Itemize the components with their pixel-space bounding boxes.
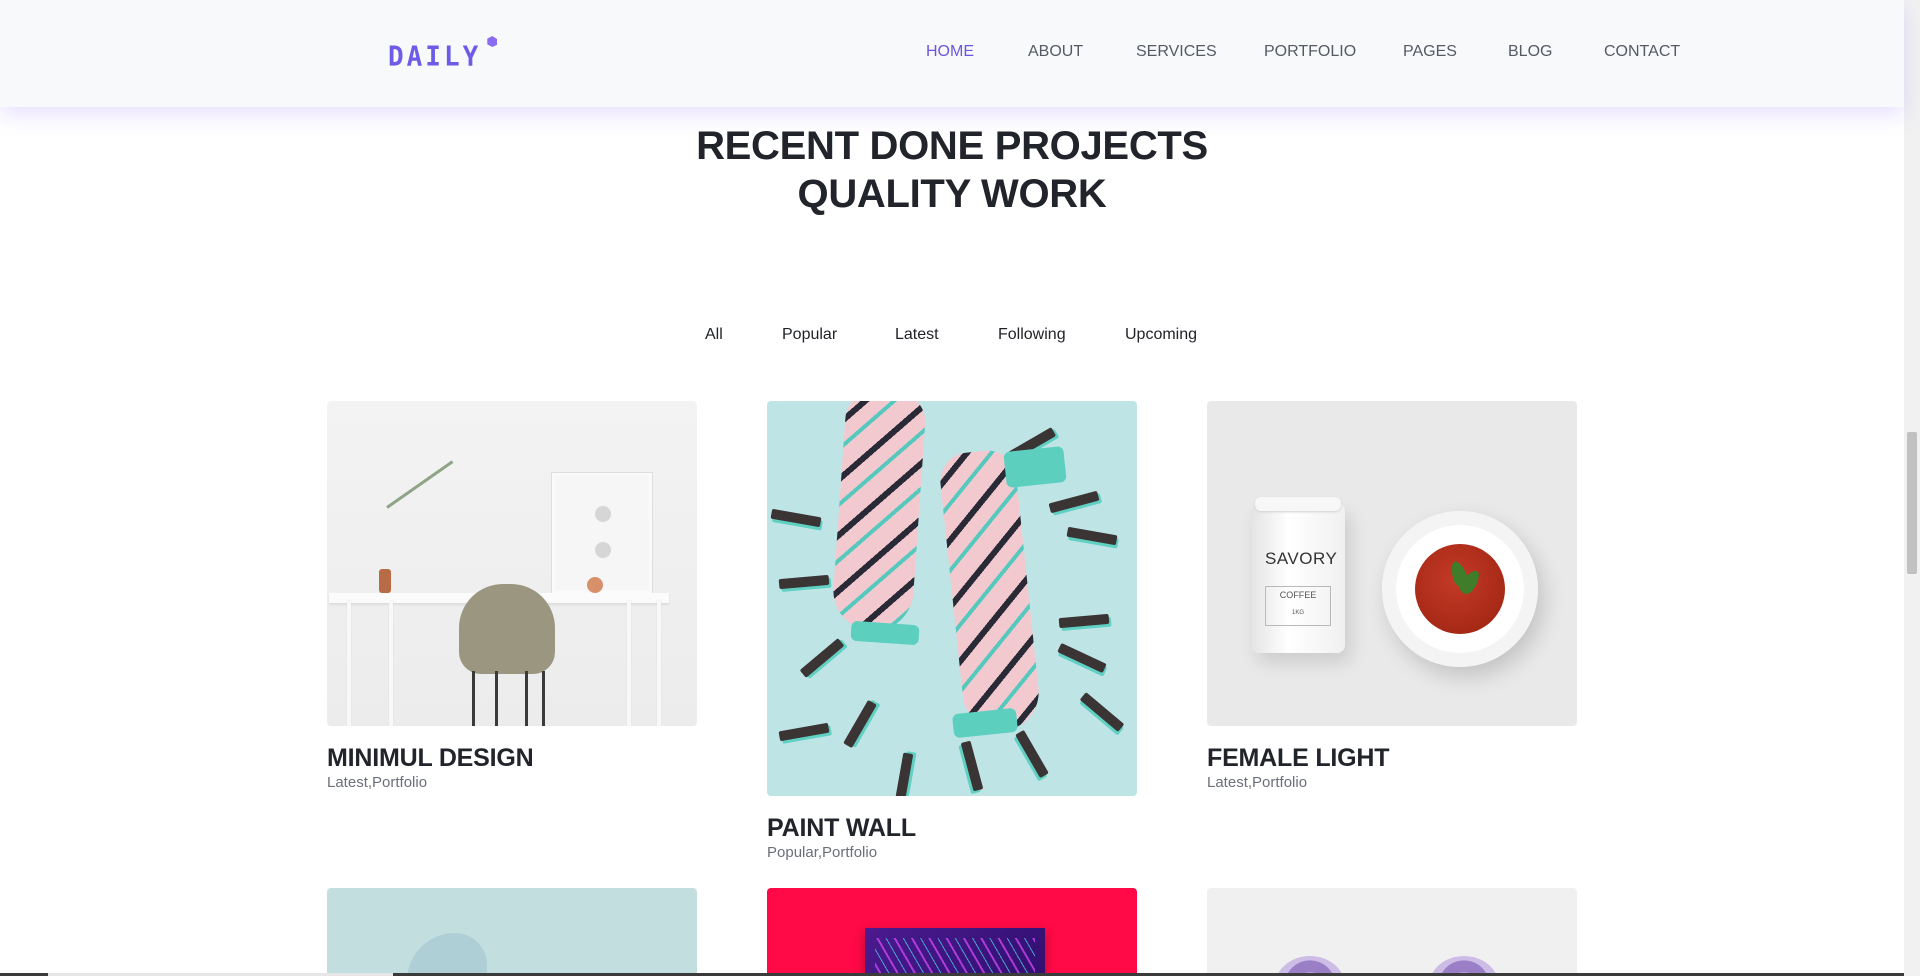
project-card[interactable]: SAVORY COFFEE 1KG FEMALE LIGHT Latest,Po… bbox=[1207, 401, 1577, 792]
left-sock-toe bbox=[850, 620, 920, 646]
filter-all[interactable]: All bbox=[705, 326, 723, 344]
coffee-can-lid bbox=[1255, 497, 1341, 511]
desk-leg bbox=[627, 601, 631, 726]
scatter-chip bbox=[894, 752, 914, 796]
desk-leg bbox=[657, 601, 661, 726]
project-tags: Latest,Portfolio bbox=[1207, 774, 1308, 791]
chair-leg bbox=[525, 671, 528, 726]
nav-item-about[interactable]: ABOUT bbox=[1028, 43, 1083, 61]
project-title[interactable]: FEMALE LIGHT bbox=[1207, 744, 1577, 772]
scatter-chip bbox=[960, 740, 984, 792]
section-title-line1: RECENT DONE PROJECTS bbox=[696, 124, 1208, 168]
scatter-chip bbox=[1079, 692, 1125, 732]
portfolio-filters: All Popular Latest Following Upcoming bbox=[0, 326, 1920, 346]
project-tags: Latest,Portfolio bbox=[327, 774, 428, 791]
nav-item-blog[interactable]: BLOG bbox=[1508, 43, 1552, 61]
project-card[interactable] bbox=[327, 888, 697, 976]
desk-leg bbox=[347, 601, 351, 726]
project-tags: Popular,Portfolio bbox=[767, 844, 878, 861]
scatter-chip bbox=[1048, 490, 1100, 514]
left-sock bbox=[830, 401, 928, 634]
page-scrollbar[interactable] bbox=[1904, 0, 1920, 976]
plant-pot bbox=[587, 577, 603, 593]
scatter-chip bbox=[770, 508, 822, 528]
right-sock bbox=[937, 447, 1043, 735]
plant-stem bbox=[386, 460, 454, 509]
can-label-text: COFFEE bbox=[1279, 590, 1317, 600]
desk-leg bbox=[389, 601, 393, 726]
teal-sculpture-image[interactable] bbox=[327, 888, 697, 976]
flowers-image[interactable] bbox=[1207, 888, 1577, 976]
project-card[interactable] bbox=[767, 888, 1137, 976]
chair bbox=[459, 584, 555, 674]
project-title[interactable]: PAINT WALL bbox=[767, 814, 1137, 842]
project-title[interactable]: MINIMUL DESIGN bbox=[327, 744, 697, 772]
project-card[interactable]: PAINT WALL Popular,Portfolio bbox=[767, 401, 1137, 862]
can-label-box: COFFEE 1KG bbox=[1265, 586, 1331, 626]
main-nav: HOME ABOUT SERVICES PORTFOLIO PAGES BLOG… bbox=[0, 43, 1904, 63]
chair-leg bbox=[472, 671, 475, 726]
scatter-chip bbox=[778, 722, 830, 742]
patterned-socks-image[interactable] bbox=[767, 401, 1137, 796]
nav-item-contact[interactable]: CONTACT bbox=[1604, 43, 1680, 61]
scatter-chip bbox=[843, 699, 877, 749]
section-title: RECENT DONE PROJECTS QUALITY WORK bbox=[0, 122, 1904, 218]
site-header: DAILY HOME ABOUT SERVICES PORTFOLIO PAGE… bbox=[0, 0, 1904, 107]
chair-leg bbox=[495, 671, 498, 726]
nav-item-portfolio[interactable]: PORTFOLIO bbox=[1264, 43, 1356, 61]
section-title-line2: QUALITY WORK bbox=[797, 172, 1107, 216]
nav-item-pages[interactable]: PAGES bbox=[1403, 43, 1457, 61]
nav-item-services[interactable]: SERVICES bbox=[1136, 43, 1217, 61]
nav-item-home[interactable]: HOME bbox=[926, 43, 974, 61]
poster bbox=[865, 928, 1045, 976]
filter-latest[interactable]: Latest bbox=[895, 326, 939, 344]
scatter-chip bbox=[1057, 642, 1107, 674]
picture-frame bbox=[552, 473, 652, 593]
scatter-chip bbox=[1058, 613, 1110, 629]
scatter-chip bbox=[799, 638, 845, 678]
scatter-chip bbox=[778, 574, 830, 590]
filter-upcoming[interactable]: Upcoming bbox=[1125, 326, 1197, 344]
project-card[interactable] bbox=[1207, 888, 1577, 976]
scatter-chip bbox=[1015, 729, 1049, 779]
project-card[interactable]: MINIMUL DESIGN Latest,Portfolio bbox=[327, 401, 697, 792]
sculpture-shape bbox=[407, 933, 487, 976]
right-sock-toe bbox=[951, 707, 1019, 739]
filter-popular[interactable]: Popular bbox=[782, 326, 837, 344]
can-sub-text: 1KG bbox=[1291, 610, 1304, 616]
coffee-soup-image[interactable]: SAVORY COFFEE 1KG bbox=[1207, 401, 1577, 726]
vase bbox=[379, 569, 391, 593]
scrollbar-thumb[interactable] bbox=[1907, 432, 1917, 574]
filter-following[interactable]: Following bbox=[998, 326, 1066, 344]
can-brand-text: SAVORY bbox=[1265, 549, 1338, 568]
right-sock-cuff bbox=[1003, 445, 1067, 489]
chair-leg bbox=[542, 671, 545, 726]
minimal-desk-image[interactable] bbox=[327, 401, 697, 726]
red-poster-image[interactable] bbox=[767, 888, 1137, 976]
coffee-can bbox=[1251, 503, 1345, 653]
scatter-chip bbox=[1066, 526, 1118, 546]
